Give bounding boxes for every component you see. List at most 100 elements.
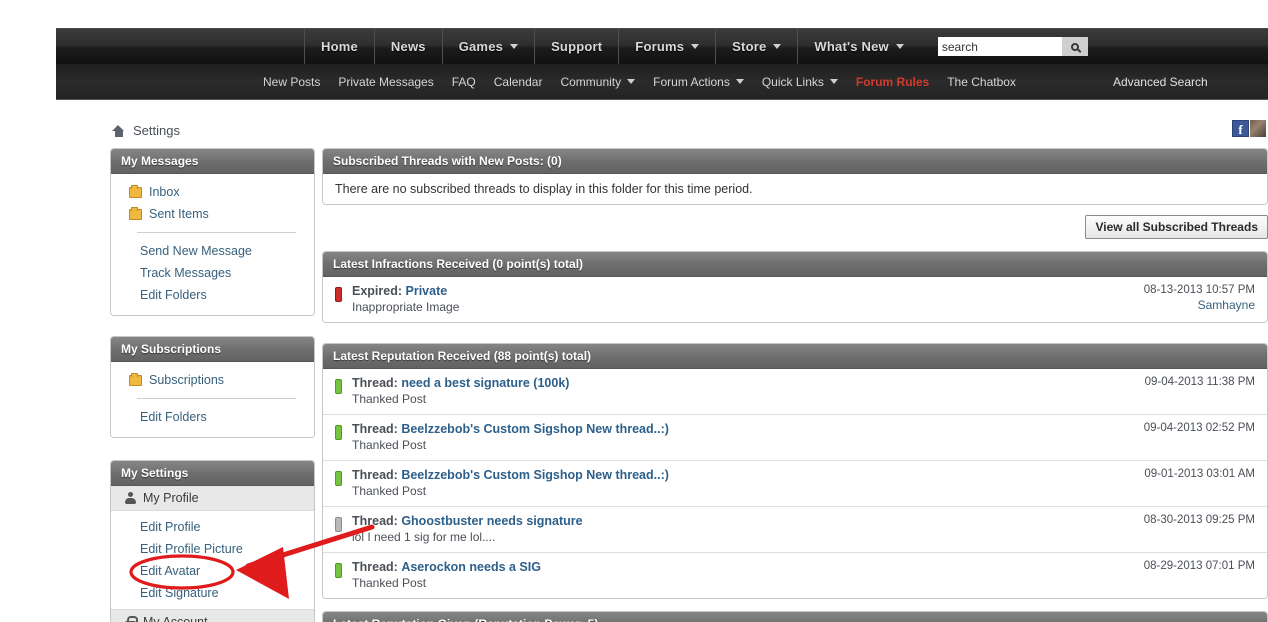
sidebar: My Messages Inbox Sent Items Send New Me…: [110, 148, 315, 622]
nav-item-news[interactable]: News: [373, 29, 442, 64]
subnav-item-forum-rules[interactable]: Forum Rules: [847, 75, 938, 89]
sidebar-item-edit-folders[interactable]: Edit Folders: [111, 284, 314, 306]
row-main: Thread: Ghoostbuster needs signature lol…: [352, 514, 1130, 544]
sidebar-item-subscriptions[interactable]: Subscriptions: [111, 369, 314, 391]
row-label: Thread:: [352, 376, 398, 390]
nav-label: News: [390, 39, 426, 54]
nav-item-store[interactable]: Store: [715, 29, 797, 64]
sidebar-item-label: Track Messages: [140, 266, 232, 280]
folder-icon: [129, 372, 142, 386]
row-meta: 08-30-2013 09:25 PM: [1130, 514, 1255, 526]
search-input[interactable]: [937, 37, 1062, 56]
search-box: [937, 37, 1088, 56]
sidebar-item-track-messages[interactable]: Track Messages: [111, 262, 314, 284]
panel-title: Latest Reputation Given (Reputation Powe…: [323, 612, 1267, 622]
row-title: Thread: need a best signature (100k): [352, 376, 1131, 390]
row-main: Expired: Private Inappropriate Image: [352, 284, 1130, 314]
folder-icon: [129, 184, 142, 198]
username-link[interactable]: Samhayne: [1144, 298, 1255, 312]
sidebar-item-edit-profile[interactable]: Edit Profile: [111, 516, 314, 538]
home-icon[interactable]: [112, 124, 125, 137]
row-label: Expired:: [352, 284, 403, 298]
row-label: Thread:: [352, 468, 398, 482]
nav-item-home[interactable]: Home: [304, 29, 374, 64]
sidebar-block-my-messages: My Messages Inbox Sent Items Send New Me…: [110, 148, 315, 316]
sidebar-item-edit-folders-subs[interactable]: Edit Folders: [111, 406, 314, 428]
nav-item-forums[interactable]: Forums: [618, 29, 715, 64]
panel-title: Subscribed Threads with New Posts: (0): [323, 149, 1267, 174]
row-main: Thread: Aserockon needs a SIG Thanked Po…: [352, 560, 1130, 590]
nav-label: Home: [321, 39, 358, 54]
table-row[interactable]: Thread: Beelzzebob's Custom Sigshop New …: [323, 415, 1267, 461]
subnav-item-new-posts[interactable]: New Posts: [254, 75, 329, 89]
sidebar-item-edit-avatar[interactable]: Edit Avatar: [111, 560, 314, 582]
row-meta: 09-01-2013 03:01 AM: [1130, 468, 1255, 480]
advanced-search-link[interactable]: Advanced Search: [1113, 75, 1208, 89]
subnav-item-quick-links[interactable]: Quick Links: [753, 75, 847, 89]
sidebar-item-label: Edit Avatar: [140, 564, 201, 578]
subnav-item-faq[interactable]: FAQ: [443, 75, 485, 89]
sidebar-item-sent-items[interactable]: Sent Items: [111, 203, 314, 225]
panel-latest-infractions: Latest Infractions Received (0 point(s) …: [322, 251, 1268, 323]
subnav-item-calendar[interactable]: Calendar: [485, 75, 552, 89]
row-link[interactable]: Ghoostbuster needs signature: [401, 514, 582, 528]
sidebar-item-label: My Account: [143, 615, 208, 622]
sidebar-item-my-profile[interactable]: My Profile: [111, 486, 314, 511]
row-label: Thread:: [352, 560, 398, 574]
nav-item-whats-new[interactable]: What's New: [797, 29, 919, 64]
row-meta: 08-13-2013 10:57 PM Samhayne: [1130, 284, 1255, 312]
sidebar-item-inbox[interactable]: Inbox: [111, 181, 314, 203]
main-content: Subscribed Threads with New Posts: (0) T…: [322, 148, 1268, 622]
table-row[interactable]: Thread: Ghoostbuster needs signature lol…: [323, 507, 1267, 553]
subnav-item-forum-actions[interactable]: Forum Actions: [644, 75, 753, 89]
view-all-subscribed-threads-button[interactable]: View all Subscribed Threads: [1085, 215, 1268, 239]
row-link[interactable]: Aserockon needs a SIG: [401, 560, 541, 574]
row-link[interactable]: Beelzzebob's Custom Sigshop New thread..…: [401, 422, 669, 436]
subnav-item-private-messages[interactable]: Private Messages: [329, 75, 442, 89]
row-title: Thread: Beelzzebob's Custom Sigshop New …: [352, 422, 1130, 436]
avatar[interactable]: [1250, 120, 1266, 137]
status-badge: [335, 425, 342, 440]
breadcrumb: Settings: [112, 123, 180, 138]
row-link[interactable]: Private: [406, 284, 448, 298]
sidebar-item-my-account[interactable]: My Account: [111, 609, 314, 622]
nav-label: Store: [732, 39, 767, 54]
table-row[interactable]: Thread: need a best signature (100k) Tha…: [323, 369, 1267, 415]
subnav-item-the-chatbox[interactable]: The Chatbox: [938, 75, 1025, 89]
row-subtitle: Inappropriate Image: [352, 300, 460, 314]
nav-item-games[interactable]: Games: [441, 29, 534, 64]
row-link[interactable]: need a best signature (100k): [401, 376, 569, 390]
timestamp: 08-29-2013 07:01 PM: [1143, 560, 1255, 572]
panel-body: Thread: need a best signature (100k) Tha…: [323, 369, 1267, 598]
divider: [137, 232, 296, 233]
sidebar-block-title: My Settings: [111, 461, 314, 486]
panel-title: Latest Infractions Received (0 point(s) …: [323, 252, 1267, 277]
sidebar-block-title: My Subscriptions: [111, 337, 314, 362]
panel-reputation-received: Latest Reputation Received (88 point(s) …: [322, 343, 1268, 599]
search-submit-button[interactable]: [1061, 37, 1088, 56]
table-row[interactable]: Thread: Aserockon needs a SIG Thanked Po…: [323, 553, 1267, 598]
table-row[interactable]: Thread: Beelzzebob's Custom Sigshop New …: [323, 461, 1267, 507]
row-meta: 08-29-2013 07:01 PM: [1130, 560, 1255, 572]
search-icon: [1070, 42, 1079, 51]
sidebar-item-label: Edit Signature: [140, 586, 219, 600]
folder-icon: [129, 206, 142, 220]
sidebar-item-label: Subscriptions: [149, 373, 225, 387]
sidebar-item-edit-signature[interactable]: Edit Signature: [111, 582, 314, 604]
secondary-nav-items: New Posts Private Messages FAQ Calendar …: [56, 64, 1268, 99]
timestamp: 08-30-2013 09:25 PM: [1143, 514, 1255, 526]
table-row[interactable]: Expired: Private Inappropriate Image 08-…: [323, 277, 1267, 322]
row-meta: 09-04-2013 02:52 PM: [1130, 422, 1255, 434]
nav-label: Games: [458, 39, 504, 54]
sidebar-item-edit-profile-picture[interactable]: Edit Profile Picture: [111, 538, 314, 560]
row-link[interactable]: Beelzzebob's Custom Sigshop New thread..…: [401, 468, 669, 482]
empty-state-message: There are no subscribed threads to displ…: [335, 182, 753, 196]
sidebar-item-label: My Profile: [143, 491, 199, 505]
facebook-icon[interactable]: f: [1232, 120, 1249, 137]
nav-item-support[interactable]: Support: [534, 29, 618, 64]
sidebar-block-body: My Profile Edit Profile Edit Profile Pic…: [111, 486, 314, 622]
status-badge: [335, 471, 342, 486]
lock-icon: [125, 616, 138, 622]
sidebar-item-send-new-message[interactable]: Send New Message: [111, 240, 314, 262]
subnav-item-community[interactable]: Community: [551, 75, 644, 89]
